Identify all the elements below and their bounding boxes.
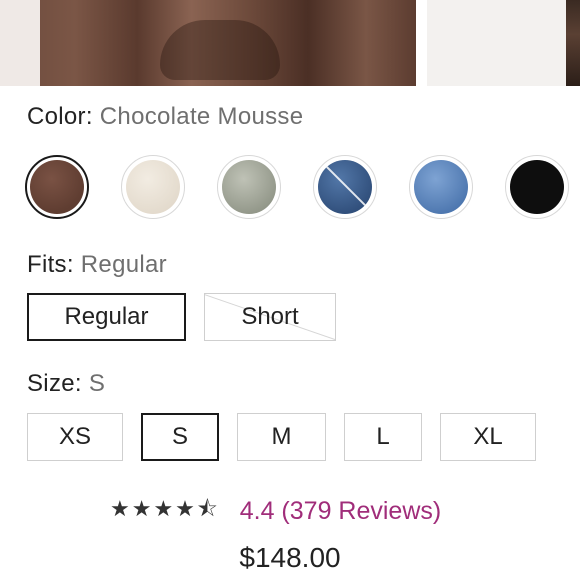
size-option-label: L: [376, 423, 390, 450]
swatch-fill: [126, 160, 180, 214]
size-option-label: XL: [473, 423, 503, 450]
fit-option-short[interactable]: Short: [204, 293, 336, 341]
rating-row: ★★★★⯪ 4.4 (379 Reviews): [110, 494, 441, 528]
reviews-link[interactable]: 4.4 (379 Reviews): [240, 497, 441, 526]
size-option-s[interactable]: S: [141, 413, 219, 461]
swatch-fill: [414, 160, 468, 214]
size-option-label: M: [271, 423, 292, 450]
fits-selected-value: Regular: [80, 251, 167, 278]
color-selected-value: Chocolate Mousse: [99, 103, 304, 130]
size-option-xl[interactable]: XL: [440, 413, 536, 461]
swatch-heather-grey[interactable]: [217, 155, 281, 219]
price: $148.00: [239, 542, 341, 573]
color-label: Color:: [27, 103, 93, 130]
swatch-chocolate-mousse[interactable]: [25, 155, 89, 219]
swatch-fill: [318, 160, 372, 214]
swatch-ivory[interactable]: [121, 155, 185, 219]
size-selected-value: S: [88, 370, 106, 397]
size-label: Size:: [27, 370, 82, 397]
swatch-black[interactable]: [505, 155, 569, 219]
size-option-label: S: [171, 423, 188, 450]
size-option-m[interactable]: M: [237, 413, 326, 461]
size-label-row: Size: S: [27, 370, 105, 398]
product-photo-secondary[interactable]: [427, 0, 580, 86]
size-option-l[interactable]: L: [344, 413, 422, 461]
fit-option-label: Regular: [64, 303, 149, 330]
product-photo-edge: [566, 0, 580, 86]
swatch-dark-denim-unavailable[interactable]: [313, 155, 377, 219]
swatch-fill: [222, 160, 276, 214]
size-option-xs[interactable]: XS: [27, 413, 123, 461]
star-rating-icon: ★★★★⯪: [110, 496, 220, 521]
swatch-fill: [30, 160, 84, 214]
size-option-label: XS: [58, 423, 91, 450]
swatch-fill: [510, 160, 564, 214]
fits-label: Fits:: [27, 251, 74, 278]
swatch-light-denim[interactable]: [409, 155, 473, 219]
fits-label-row: Fits: Regular: [27, 251, 167, 279]
fit-option-regular[interactable]: Regular: [27, 293, 186, 341]
product-photo-main[interactable]: [0, 0, 416, 86]
color-label-row: Color: Chocolate Mousse: [27, 103, 303, 131]
fit-option-label: Short: [241, 303, 299, 330]
